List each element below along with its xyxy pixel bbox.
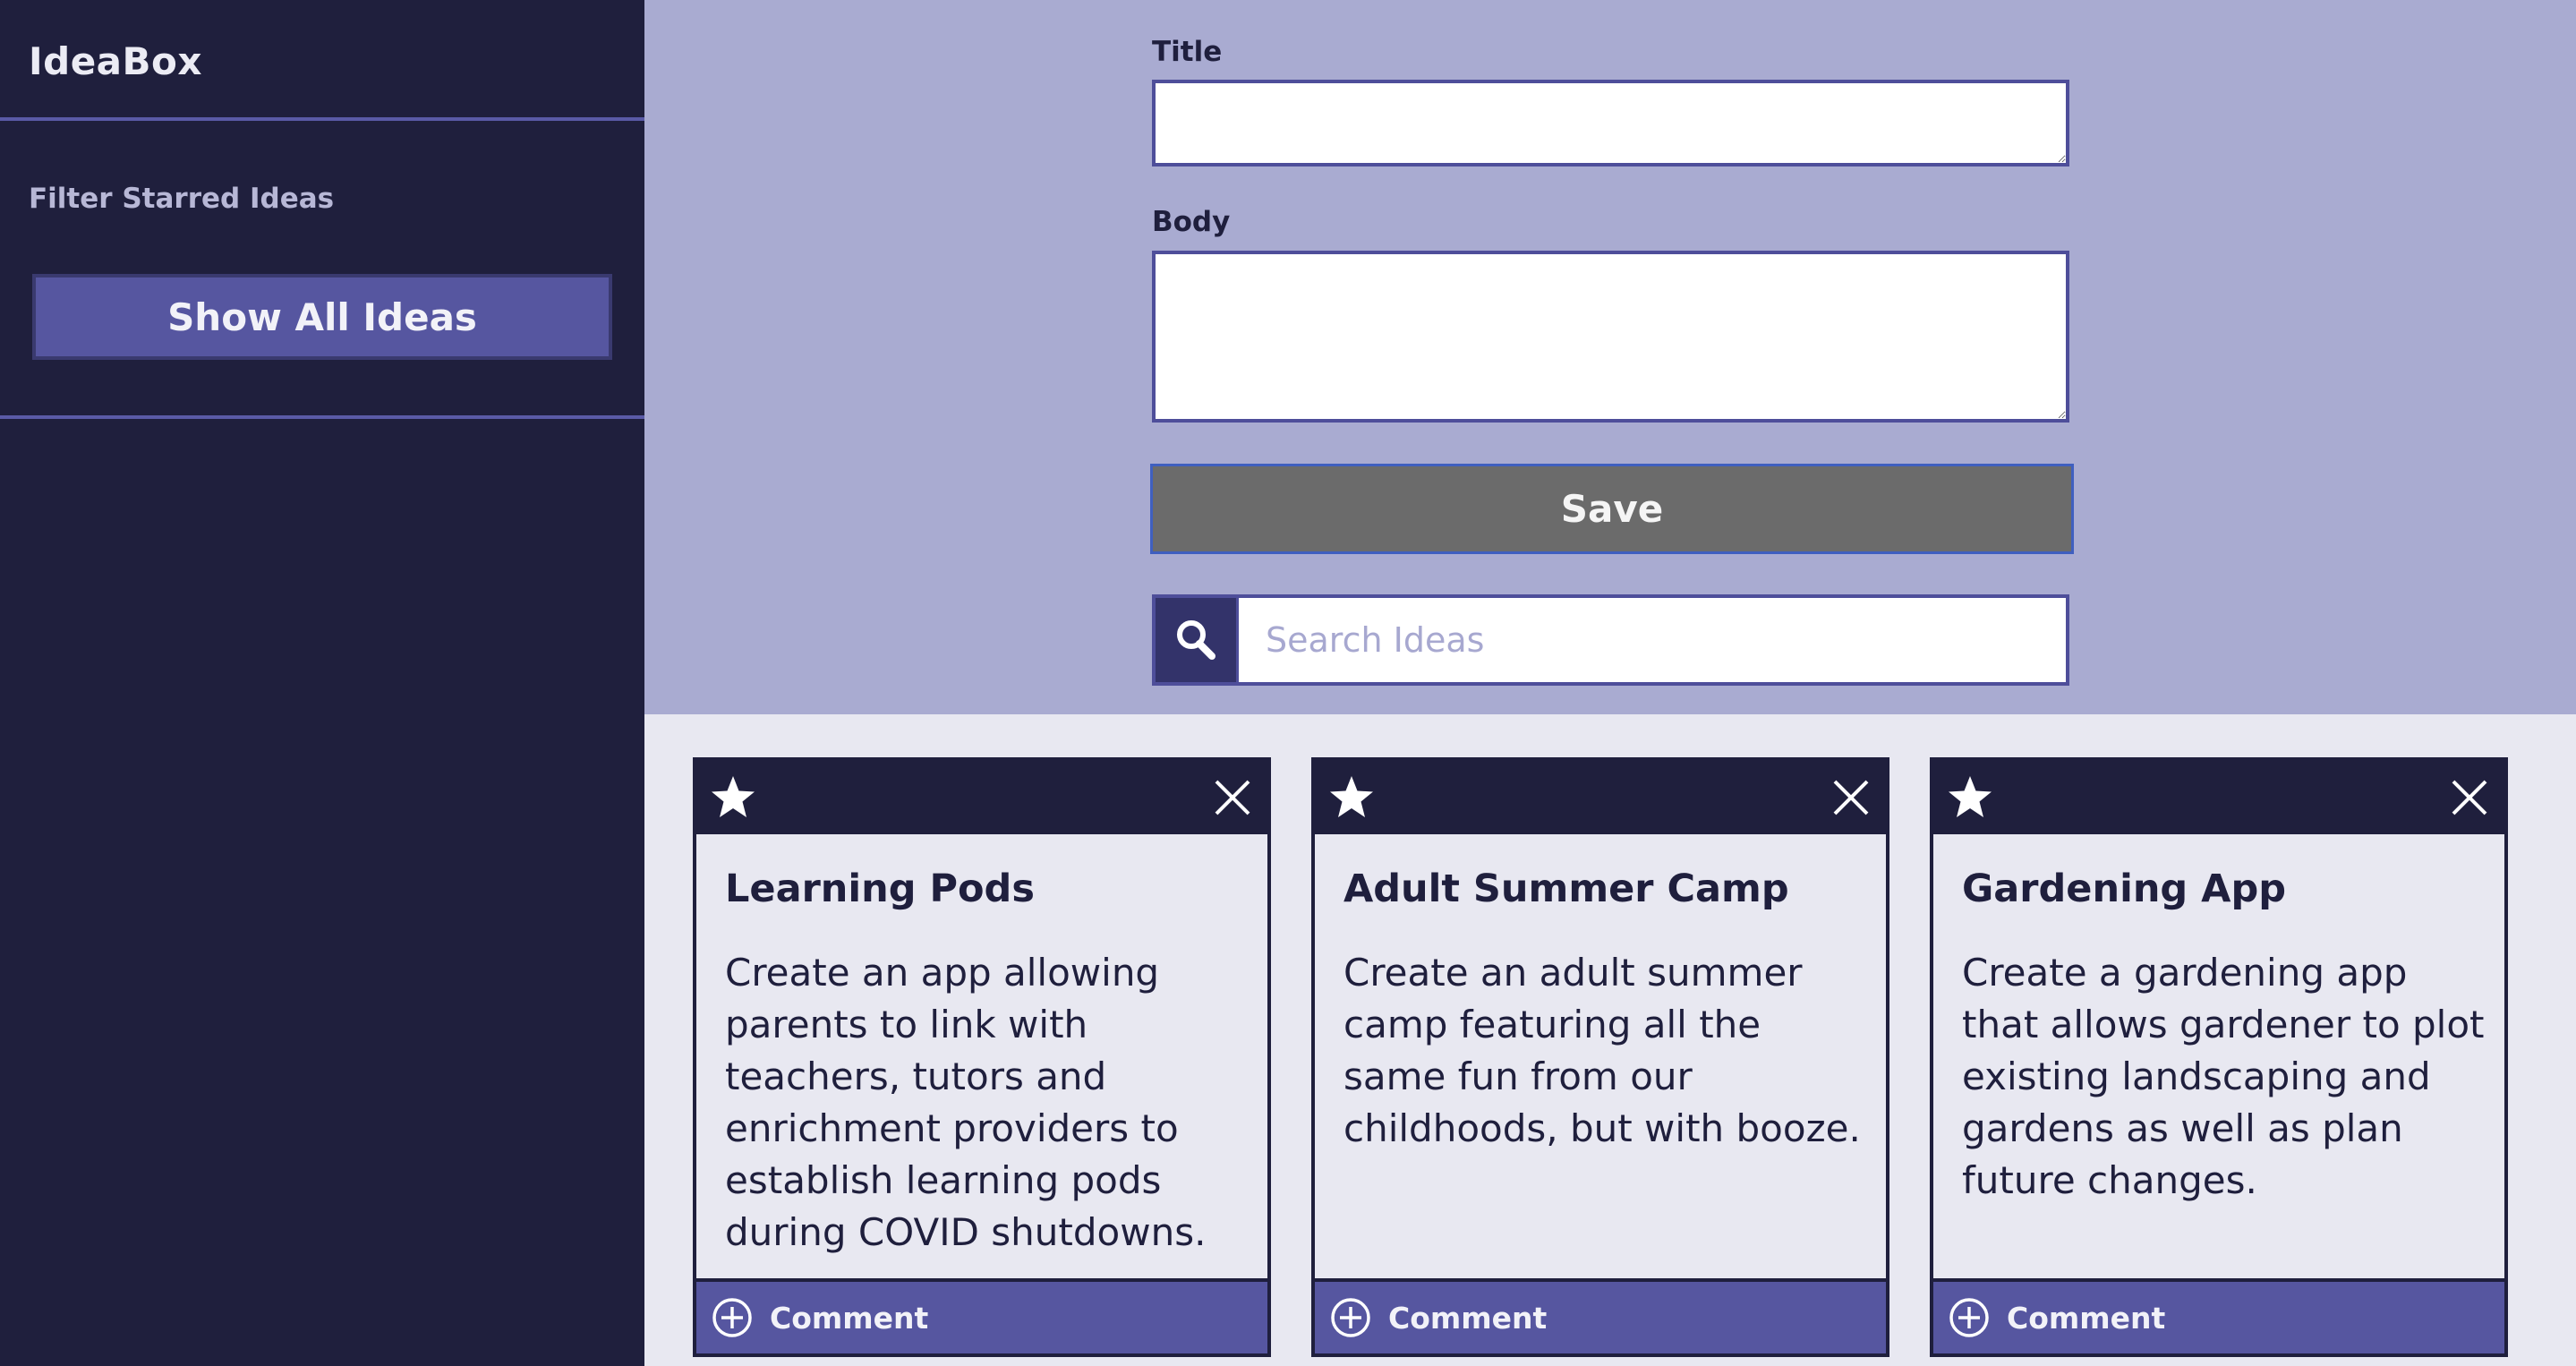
close-icon[interactable] bbox=[2449, 777, 2490, 818]
card-body: Create a gardening app that allows garde… bbox=[1962, 951, 2485, 1202]
search-input[interactable] bbox=[1236, 598, 2066, 682]
card-header bbox=[1933, 761, 2504, 834]
close-icon[interactable] bbox=[1212, 777, 1253, 818]
idea-card: Learning Pods Create an app allowing par… bbox=[693, 757, 1271, 1357]
comment-button[interactable]: Comment bbox=[1933, 1278, 2504, 1353]
search-icon bbox=[1177, 620, 1215, 660]
app-title: IdeaBox bbox=[29, 39, 202, 83]
card-header bbox=[1315, 761, 1886, 834]
card-body: Create an app allowing parents to link w… bbox=[725, 951, 1207, 1254]
comment-label: Comment bbox=[1388, 1300, 1548, 1336]
show-all-ideas-button[interactable]: Show All Ideas bbox=[32, 274, 612, 360]
card-header bbox=[696, 761, 1267, 834]
close-icon[interactable] bbox=[1830, 777, 1872, 818]
plus-circle-icon bbox=[712, 1298, 752, 1337]
sidebar-divider-top bbox=[0, 117, 644, 121]
comment-button[interactable]: Comment bbox=[696, 1278, 1267, 1353]
sidebar-divider-bottom bbox=[0, 415, 644, 419]
star-icon[interactable] bbox=[1327, 773, 1376, 822]
card-title: Gardening App bbox=[1962, 867, 2287, 911]
app-root: IdeaBox Filter Starred Ideas Show All Id… bbox=[0, 0, 2576, 1366]
plus-circle-icon bbox=[1949, 1298, 1989, 1337]
star-icon[interactable] bbox=[709, 773, 757, 822]
card-title: Adult Summer Camp bbox=[1343, 867, 1789, 911]
title-input[interactable] bbox=[1152, 80, 2069, 166]
star-icon[interactable] bbox=[1946, 773, 1994, 822]
sidebar: IdeaBox Filter Starred Ideas Show All Id… bbox=[0, 0, 644, 1366]
search-button[interactable] bbox=[1156, 598, 1236, 682]
plus-circle-icon bbox=[1331, 1298, 1370, 1337]
comment-label: Comment bbox=[2007, 1300, 2166, 1336]
card-title: Learning Pods bbox=[725, 867, 1035, 911]
idea-card: Adult Summer Camp Create an adult summer… bbox=[1311, 757, 1889, 1357]
title-label: Title bbox=[1152, 36, 1223, 68]
comment-label: Comment bbox=[770, 1300, 929, 1336]
idea-card: Gardening App Create a gardening app tha… bbox=[1930, 757, 2508, 1357]
search-bar bbox=[1152, 594, 2069, 686]
save-button[interactable]: Save bbox=[1150, 464, 2074, 554]
card-body: Create an adult summer camp featuring al… bbox=[1343, 951, 1861, 1150]
comment-button[interactable]: Comment bbox=[1315, 1278, 1886, 1353]
body-input[interactable] bbox=[1152, 251, 2069, 423]
body-label: Body bbox=[1152, 206, 1231, 238]
filter-label: Filter Starred Ideas bbox=[29, 183, 335, 215]
